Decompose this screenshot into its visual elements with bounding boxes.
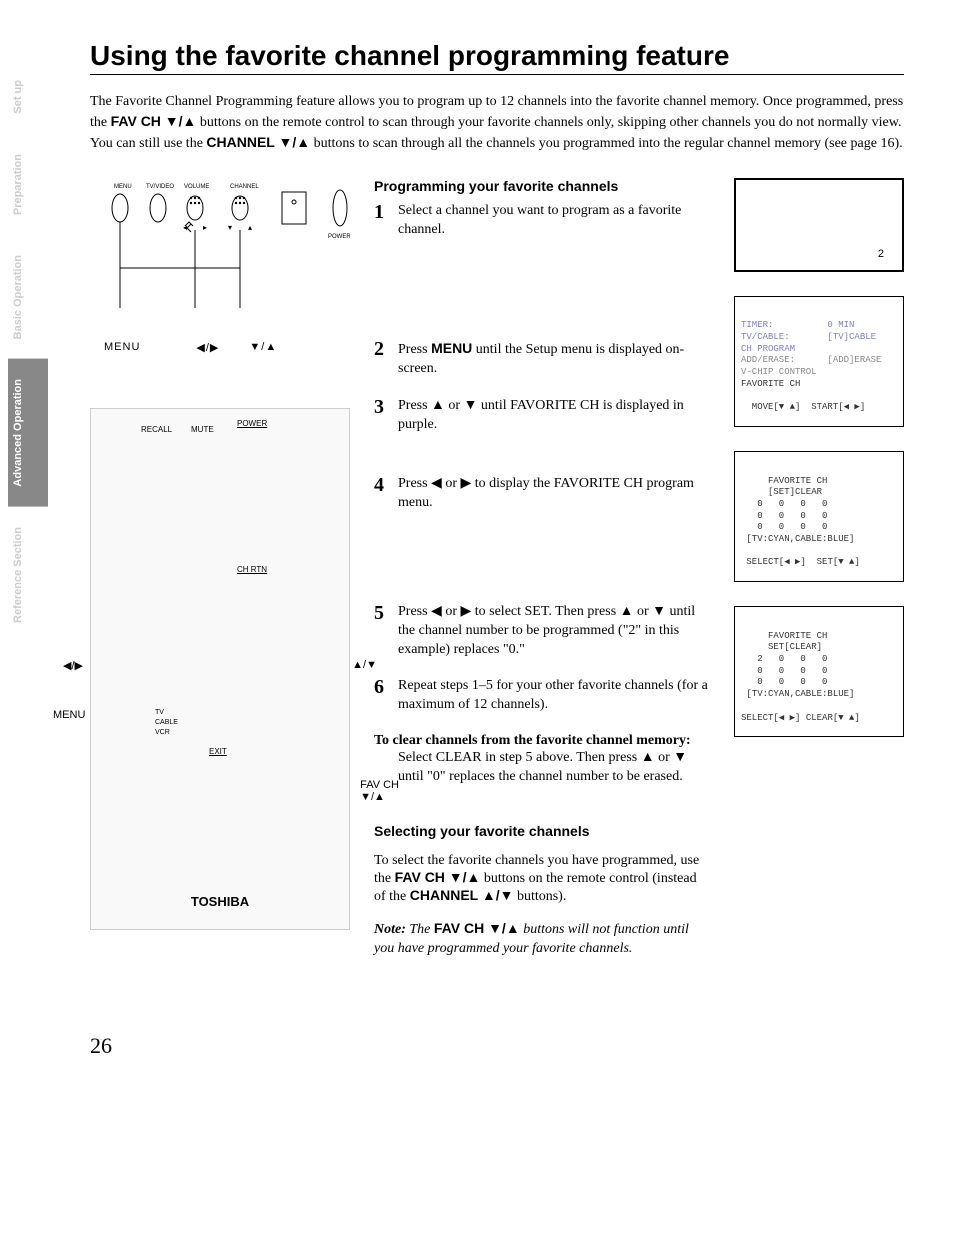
remote-ud-label: ▲/▼	[352, 659, 377, 671]
step-6: Repeat steps 1–5 for your other favorite…	[398, 677, 710, 715]
section-programming: Programming your favorite channels	[374, 178, 710, 194]
clear-body: Select CLEAR in step 5 above. Then press…	[398, 749, 710, 787]
svg-text:◂: ◂	[183, 223, 187, 232]
panel-top-volume: VOLUME	[184, 184, 209, 190]
osd1-channel: 2	[878, 247, 884, 261]
menu-bold: MENU	[431, 340, 472, 356]
btn-recall: RECALL	[141, 425, 172, 434]
page-title: Using the favorite channel programming f…	[90, 40, 904, 75]
step-3: Press ▲ or ▼ until FAVORITE CH is displa…	[398, 397, 710, 435]
tab-advanced-operation: Advanced Operation	[8, 359, 48, 507]
step-5: Press ◀ or ▶ to select SET. Then press ▲…	[398, 603, 710, 660]
svg-text:▸: ▸	[203, 223, 207, 232]
remote-brand: TOSHIBA	[91, 894, 349, 909]
channel-label-2: CHANNEL ▲/▼	[410, 887, 514, 903]
favch-label-3: FAV CH ▼/▲	[434, 920, 520, 936]
note: Note: The FAV CH ▼/▲ buttons will not fu…	[374, 919, 710, 959]
sw-cable: CABLE	[155, 719, 178, 726]
step-2: Press MENU until the Setup menu is displ…	[398, 339, 710, 379]
remote-diagram: ◀/▶ ▲/▼ MENU FAV CH ▼/▲ RECALL MUTE POWE…	[90, 408, 350, 930]
channel-label: CHANNEL ▼/▲	[206, 134, 310, 150]
panel-top-tvvideo: TV/VIDEO	[146, 184, 174, 190]
side-tab-rail: Set up Preparation Basic Operation Advan…	[8, 60, 48, 643]
sw-tv: TV	[155, 709, 164, 716]
tab-basic-operation: Basic Operation	[8, 235, 48, 359]
panel-top-menu: MENU	[114, 184, 132, 190]
btn-chrtn: CH RTN	[237, 565, 267, 574]
btn-power: POWER	[237, 419, 267, 428]
selecting-paragraph: To select the favorite channels you have…	[374, 853, 710, 905]
panel-ud-label: ▼/▲	[249, 341, 277, 354]
intro-paragraph: The Favorite Channel Programming feature…	[90, 93, 904, 154]
page-number: 26	[90, 1033, 904, 1059]
panel-top-channel: CHANNEL	[230, 184, 259, 190]
tab-reference-section: Reference Section	[8, 507, 48, 643]
step-4: Press ◀ or ▶ to display the FAVORITE CH …	[398, 475, 710, 513]
btn-mute: MUTE	[191, 425, 214, 434]
favch-label: FAV CH ▼/▲	[111, 113, 197, 129]
tab-preparation: Preparation	[8, 134, 48, 235]
panel-lr-label: ◀/▶	[196, 341, 219, 354]
panel-top-power: POWER	[328, 234, 350, 240]
front-panel-diagram: MENU TV/VIDEO VOLUME CHANNEL POWER	[90, 178, 350, 348]
btn-exit: EXIT	[209, 747, 227, 756]
step-1: Select a channel you want to program as …	[398, 202, 710, 240]
panel-menu-label: MENU	[104, 341, 140, 354]
remote-menu-label: MENU	[53, 709, 85, 721]
osd-4: FAVORITE CH SET[CLEAR] 2 0 0 0 0 0 0 0 0…	[734, 606, 904, 737]
favch-label-2: FAV CH ▼/▲	[395, 869, 481, 885]
osd-3: FAVORITE CH [SET]CLEAR 0 0 0 0 0 0 0 0 0…	[734, 451, 904, 582]
note-label: Note:	[374, 922, 406, 937]
remote-lr-label: ◀/▶	[63, 659, 83, 672]
clear-heading: To clear channels from the favorite chan…	[374, 733, 710, 749]
svg-text:▴: ▴	[248, 223, 252, 232]
osd-2: TIMER: 0 MIN TV/CABLE: [TV]CABLE CH PROG…	[734, 296, 904, 427]
osd-1: 2	[734, 178, 904, 272]
intro-c: buttons to scan through all the channels…	[314, 136, 903, 151]
tab-setup: Set up	[8, 60, 48, 134]
sw-vcr: VCR	[155, 729, 170, 736]
remote-favch-label: FAV CH ▼/▲	[360, 779, 399, 803]
section-selecting: Selecting your favorite channels	[374, 823, 710, 839]
svg-text:▾: ▾	[228, 223, 232, 232]
